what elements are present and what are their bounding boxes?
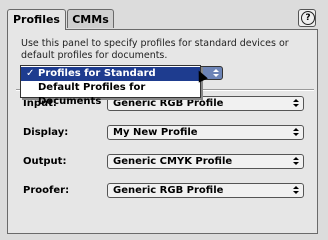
- tab-cmms[interactable]: CMMs: [67, 9, 114, 28]
- tab-profiles[interactable]: Profiles: [7, 9, 66, 30]
- up-down-arrows-icon: [293, 186, 299, 194]
- up-down-arrows-icon: [293, 128, 299, 136]
- menu-item-default-documents[interactable]: Default Profiles for Documents: [21, 81, 200, 107]
- popup-value: Generic RGB Profile: [113, 185, 224, 196]
- colorsync-window: Profiles CMMs ? Use this panel to specif…: [0, 0, 328, 240]
- help-icon: ?: [301, 11, 315, 25]
- proofer-profile-popup[interactable]: Generic RGB Profile: [107, 183, 304, 198]
- popup-value: My New Profile: [113, 127, 198, 138]
- popup-value: Generic CMYK Profile: [113, 156, 233, 167]
- display-profile-popup[interactable]: My New Profile: [107, 125, 304, 140]
- output-label: Output:: [23, 156, 67, 167]
- up-down-arrows-icon: [293, 157, 299, 165]
- up-down-arrows-icon: [293, 99, 299, 107]
- up-down-arrows-icon: [213, 69, 219, 77]
- help-button[interactable]: ?: [298, 9, 316, 27]
- panel-description: Use this panel to specify profiles for s…: [21, 38, 289, 61]
- output-profile-popup[interactable]: Generic CMYK Profile: [107, 154, 304, 169]
- checkmark-icon: ✓: [26, 68, 35, 79]
- menu-item-standard-devices[interactable]: ✓ Profiles for Standard Devices: [21, 67, 200, 93]
- menu-item-label: Default Profiles for Documents: [38, 82, 146, 107]
- proofer-label: Proofer:: [23, 185, 70, 196]
- display-label: Display:: [23, 127, 69, 138]
- profile-mode-menu[interactable]: ✓ Profiles for Standard Devices Default …: [20, 65, 201, 107]
